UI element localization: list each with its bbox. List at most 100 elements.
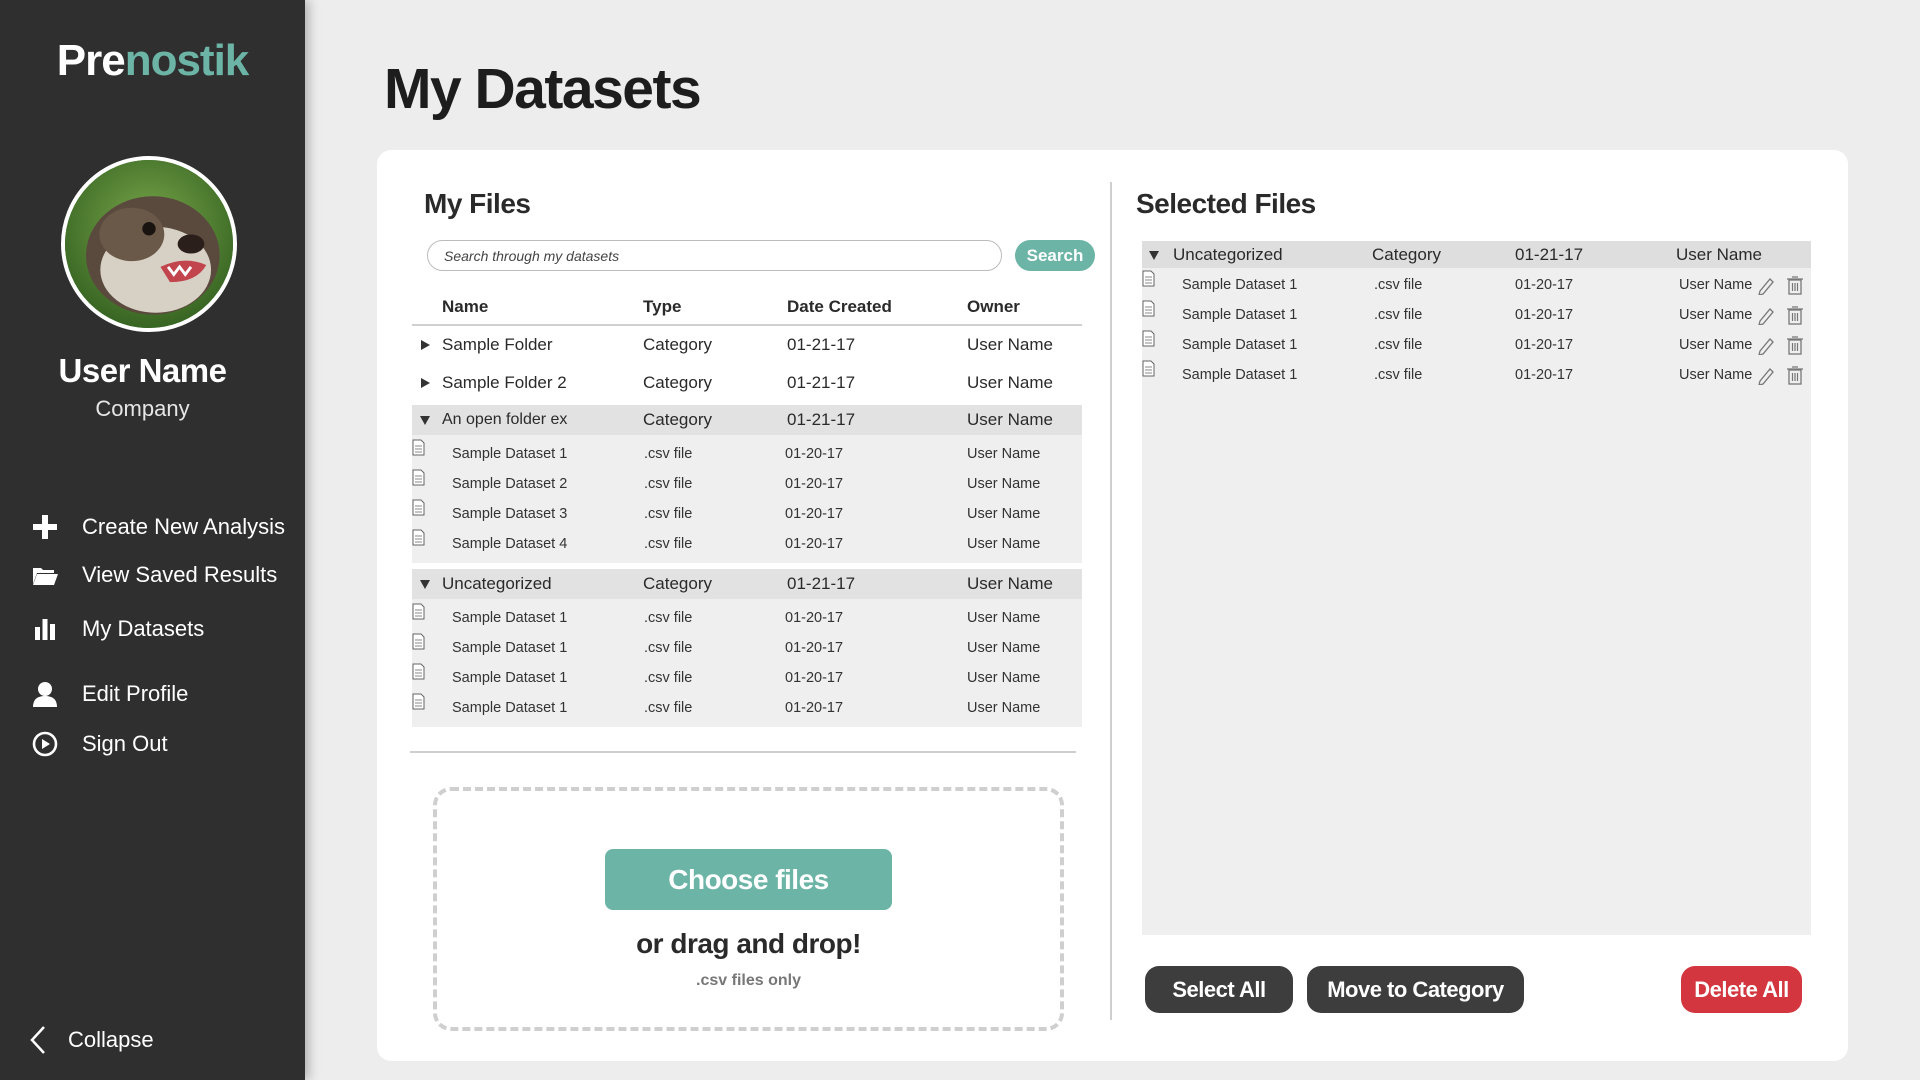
caret-down-icon[interactable]	[419, 414, 431, 426]
brand-logo-part2: nostik	[124, 36, 250, 85]
collapse-label: Collapse	[68, 1027, 154, 1052]
plus-icon	[30, 512, 60, 542]
file-owner: User Name	[967, 476, 1041, 492]
folder-type: Category	[643, 410, 712, 429]
file-name: Sample Dataset 1	[452, 610, 568, 626]
document-icon	[412, 693, 425, 710]
move-to-category-button[interactable]: Move to Category	[1307, 966, 1524, 1013]
file-type: .csv file	[1374, 277, 1423, 293]
file-owner: User Name	[967, 700, 1041, 716]
file-owner: User Name	[1679, 337, 1753, 353]
file-row[interactable]: Sample Dataset 1 .csv file 01-20-17 User…	[412, 633, 1082, 663]
section-divider	[410, 751, 1076, 753]
file-row[interactable]: Sample Dataset 1 .csv file 01-20-17 User…	[412, 693, 1082, 723]
file-owner: User Name	[1679, 367, 1753, 383]
search-input[interactable]: Search through my datasets	[427, 240, 1002, 271]
caret-right-icon[interactable]	[419, 377, 431, 389]
nav-my-datasets[interactable]: My Datasets	[30, 611, 204, 647]
selected-file-row[interactable]: Sample Dataset 1 .csv file 01-20-17 User…	[1142, 270, 1811, 300]
file-type: .csv file	[644, 610, 693, 626]
document-icon	[412, 499, 425, 516]
trash-icon[interactable]	[1786, 305, 1804, 325]
edit-pencil-icon[interactable]	[1757, 305, 1775, 325]
folder-open-icon	[30, 560, 60, 590]
power-icon	[30, 729, 60, 759]
user-icon	[30, 679, 60, 709]
brand-logo[interactable]: Prenostik	[0, 36, 305, 86]
file-date: 01-20-17	[785, 700, 844, 716]
files-table: Name Type Date Created Owner Sample Fold…	[412, 290, 1082, 727]
my-files-title: My Files	[424, 188, 531, 219]
file-owner: User Name	[967, 446, 1041, 462]
avatar[interactable]	[61, 156, 237, 332]
file-row[interactable]: Sample Dataset 3 .csv file 01-20-17 User…	[412, 499, 1082, 529]
choose-files-button[interactable]: Choose files	[605, 849, 892, 910]
file-type-hint: .csv files only	[696, 972, 801, 989]
file-name: Sample Dataset 1	[1182, 277, 1298, 293]
file-row[interactable]: Sample Dataset 1 .csv file 01-20-17 User…	[412, 603, 1082, 633]
file-row[interactable]: Sample Dataset 2 .csv file 01-20-17 User…	[412, 469, 1082, 499]
document-icon	[1142, 300, 1155, 317]
file-row[interactable]: Sample Dataset 4 .csv file 01-20-17 User…	[412, 529, 1082, 559]
collapse-button[interactable]: Collapse	[26, 1022, 154, 1058]
file-name: Sample Dataset 1	[452, 670, 568, 686]
file-row[interactable]: Sample Dataset 1 .csv file 01-20-17 User…	[412, 663, 1082, 693]
search-button[interactable]: Search	[1015, 240, 1095, 271]
selected-file-row[interactable]: Sample Dataset 1 .csv file 01-20-17 User…	[1142, 300, 1811, 330]
file-date: 01-20-17	[1515, 337, 1574, 353]
nav-view-saved-results[interactable]: View Saved Results	[30, 557, 277, 593]
edit-pencil-icon[interactable]	[1757, 335, 1775, 355]
selected-file-row[interactable]: Sample Dataset 1 .csv file 01-20-17 User…	[1142, 360, 1811, 390]
file-date: 01-20-17	[1515, 307, 1574, 323]
panel-divider	[1110, 182, 1112, 1020]
file-name: Sample Dataset 1	[452, 446, 568, 462]
document-icon	[1142, 360, 1155, 377]
select-all-button[interactable]: Select All	[1145, 966, 1293, 1013]
file-type: .csv file	[644, 700, 693, 716]
file-type: .csv file	[644, 446, 693, 462]
file-type: .csv file	[1374, 307, 1423, 323]
file-date: 01-20-17	[785, 610, 844, 626]
column-header-date-created[interactable]: Date Created	[787, 297, 892, 317]
document-icon	[412, 603, 425, 620]
file-owner: User Name	[967, 506, 1041, 522]
nav-sign-out[interactable]: Sign Out	[30, 726, 168, 762]
edit-pencil-icon[interactable]	[1757, 275, 1775, 295]
selected-files-title: Selected Files	[1136, 188, 1316, 219]
file-name: Sample Dataset 1	[452, 700, 568, 716]
selected-group-row[interactable]: Uncategorized Category 01-21-17 User Nam…	[1142, 241, 1811, 268]
column-header-name[interactable]: Name	[442, 297, 488, 317]
user-company: Company	[95, 396, 190, 421]
caret-right-icon[interactable]	[419, 339, 431, 351]
nav-edit-profile[interactable]: Edit Profile	[30, 676, 188, 712]
file-type: .csv file	[644, 506, 693, 522]
document-icon	[1142, 270, 1155, 287]
file-owner: User Name	[967, 640, 1041, 656]
file-date: 01-20-17	[785, 476, 844, 492]
column-header-type[interactable]: Type	[643, 297, 681, 317]
delete-all-button[interactable]: Delete All	[1681, 966, 1802, 1013]
folder-row[interactable]: Sample Folder 2 Category 01-21-17 User N…	[412, 364, 1082, 402]
open-folder-row[interactable]: Uncategorized Category 01-21-17 User Nam…	[412, 569, 1082, 599]
nav-create-new-analysis[interactable]: Create New Analysis	[30, 509, 285, 545]
file-type: .csv file	[644, 476, 693, 492]
caret-down-icon[interactable]	[1148, 249, 1160, 261]
document-icon	[1142, 330, 1155, 347]
file-row[interactable]: Sample Dataset 1 .csv file 01-20-17 User…	[412, 439, 1082, 469]
selected-file-row[interactable]: Sample Dataset 1 .csv file 01-20-17 User…	[1142, 330, 1811, 360]
file-date: 01-20-17	[785, 446, 844, 462]
trash-icon[interactable]	[1786, 365, 1804, 385]
folder-contents: Sample Dataset 1 .csv file 01-20-17 User…	[412, 599, 1082, 727]
caret-down-icon[interactable]	[419, 578, 431, 590]
trash-icon[interactable]	[1786, 335, 1804, 355]
bar-chart-icon	[30, 614, 60, 644]
file-date: 01-20-17	[785, 640, 844, 656]
trash-icon[interactable]	[1786, 275, 1804, 295]
file-name: Sample Dataset 1	[1182, 367, 1298, 383]
column-header-owner[interactable]: Owner	[967, 297, 1020, 317]
file-date: 01-20-17	[1515, 367, 1574, 383]
open-folder-row[interactable]: An open folder ex Category 01-21-17 User…	[412, 405, 1082, 435]
folder-row[interactable]: Sample Folder Category 01-21-17 User Nam…	[412, 326, 1082, 364]
edit-pencil-icon[interactable]	[1757, 365, 1775, 385]
file-owner: User Name	[967, 670, 1041, 686]
